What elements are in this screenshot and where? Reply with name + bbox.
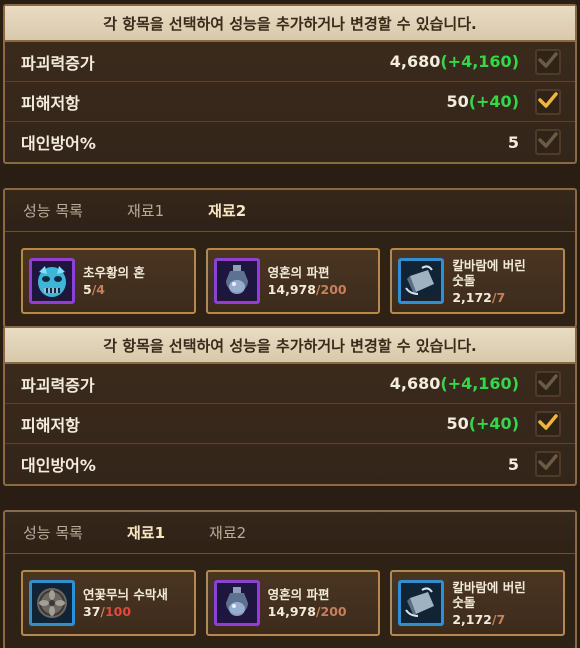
- checkbox-unchecked[interactable]: [535, 48, 561, 75]
- stat-current: 50: [446, 92, 469, 111]
- material-owned: 14,978: [267, 282, 316, 297]
- material-owned: 5: [83, 282, 92, 297]
- material-count: 14,978/200: [268, 604, 347, 619]
- materials-panel: 성능 목록 재료1 재료2 연꽃무늬 수막새 37/100 영혼의 파편 14,978/20…: [3, 510, 577, 648]
- stat-row[interactable]: 파괴력증가 4,680(+4,160): [5, 364, 575, 404]
- materials-panel: 성능 목록 재료1 재료2 초우황의 혼 5/4 영혼의 파편 14,978/200 칼바람에…: [3, 188, 577, 328]
- material-owned: 2,172: [452, 289, 492, 305]
- tab-bar: 성능 목록 재료1 재료2: [5, 190, 575, 232]
- stat-name: 피해저항: [21, 93, 80, 113]
- tab-material-1[interactable]: 재료1: [108, 521, 184, 544]
- instruction-banner: 각 항목을 선택하여 성능을 추가하거나 변경할 수 있습니다.: [5, 6, 575, 42]
- material-count: 5/4: [83, 282, 145, 297]
- material-card[interactable]: 영혼의 파편 14,978/200: [205, 248, 381, 314]
- soul-vial-icon: [213, 580, 260, 626]
- stat-bonus: (+40): [468, 414, 519, 433]
- stat-value: 5: [508, 133, 519, 152]
- lotus-tile-icon: [29, 580, 75, 626]
- stat-value: 4,680(+4,160): [390, 52, 519, 71]
- stat-row[interactable]: 피해저항 50(+40): [5, 404, 575, 444]
- stat-name: 대인방어%: [21, 134, 96, 153]
- checkbox-unchecked[interactable]: [535, 451, 561, 477]
- stat-current: 50: [446, 414, 469, 433]
- stat-value: 5: [508, 455, 519, 474]
- material-card[interactable]: 칼바람에 버린 숫돌 2,172/7: [390, 248, 566, 314]
- checkbox-unchecked[interactable]: [535, 370, 561, 397]
- check-icon: [538, 131, 558, 153]
- material-required: 100: [104, 604, 132, 619]
- tab-performance-list[interactable]: 성능 목록: [23, 200, 83, 221]
- material-owned: 2,172: [452, 611, 492, 627]
- checkbox-checked[interactable]: [535, 88, 561, 115]
- stat-value: 4,680(+4,160): [390, 374, 519, 393]
- material-list: 연꽃무늬 수막새 37/100 영혼의 파편 14,978/200 칼바람에 버린 숫돌…: [5, 554, 575, 648]
- stats-panel: 각 항목을 선택하여 성능을 추가하거나 변경할 수 있습니다. 파괴력증가 4,6…: [3, 326, 577, 486]
- material-name: 연꽃무늬 수막새: [83, 587, 168, 602]
- tab-performance-list[interactable]: 성능 목록: [23, 522, 83, 543]
- check-icon: [538, 413, 558, 435]
- tab-bar: 성능 목록 재료1 재료2: [5, 512, 575, 554]
- demon-mask-icon: [29, 258, 75, 304]
- stat-name: 파괴력증가: [21, 375, 95, 395]
- material-info: 초우황의 혼 5/4: [83, 265, 145, 297]
- stat-name: 파괴력증가: [21, 53, 95, 73]
- tab-material-2[interactable]: 재료2: [209, 522, 246, 543]
- material-required: 7: [496, 611, 506, 627]
- stats-panel: 각 항목을 선택하여 성능을 추가하거나 변경할 수 있습니다. 파괴력증가 4,6…: [3, 4, 577, 164]
- checkbox-unchecked[interactable]: [535, 129, 561, 155]
- material-info: 연꽃무늬 수막새 37/100: [83, 587, 168, 619]
- material-card[interactable]: 칼바람에 버린 숫돌 2,172/7: [390, 570, 566, 636]
- check-icon: [538, 453, 558, 475]
- stat-row[interactable]: 대인방어% 5: [5, 444, 575, 484]
- stat-value: 50(+40): [446, 414, 519, 433]
- material-name: 초우황의 혼: [83, 265, 145, 280]
- material-name: 영혼의 파편: [267, 587, 330, 602]
- tab-material-2[interactable]: 재료2: [190, 199, 265, 222]
- whetstone-icon: [398, 580, 445, 626]
- material-list: 초우황의 혼 5/4 영혼의 파편 14,978/200 칼바람에 버린 숫돌 2,172…: [5, 232, 575, 326]
- material-info: 칼바람에 버린 숫돌 2,172/7: [452, 258, 525, 305]
- material-required: 4: [96, 282, 105, 297]
- stat-row[interactable]: 피해저항 50(+40): [5, 82, 575, 122]
- check-icon: [538, 51, 558, 73]
- material-owned: 14,978: [267, 604, 316, 619]
- stat-bonus: (+40): [468, 92, 519, 111]
- stat-bonus: (+4,160): [440, 374, 519, 393]
- material-name: 영혼의 파편: [267, 265, 330, 280]
- whetstone-icon: [398, 258, 445, 304]
- stat-current: 4,680: [389, 374, 441, 393]
- stat-row[interactable]: 대인방어% 5: [5, 122, 575, 162]
- material-name: 칼바람에 버린 숫돌: [452, 257, 526, 288]
- check-icon: [538, 91, 558, 113]
- stat-row[interactable]: 파괴력증가 4,680(+4,160): [5, 42, 575, 82]
- material-card[interactable]: 영혼의 파편 14,978/200: [205, 570, 381, 636]
- stat-name: 대인방어%: [21, 456, 96, 475]
- tab-material-1[interactable]: 재료1: [127, 200, 164, 221]
- stat-name: 피해저항: [21, 415, 80, 435]
- material-name: 칼바람에 버린 숫돌: [452, 579, 526, 610]
- stat-bonus: (+4,160): [440, 52, 519, 71]
- material-info: 칼바람에 버린 숫돌 2,172/7: [452, 580, 525, 627]
- material-card[interactable]: 연꽃무늬 수막새 37/100: [21, 570, 196, 636]
- material-count: 37/100: [83, 604, 168, 619]
- material-required: 200: [320, 282, 347, 297]
- checkbox-checked[interactable]: [535, 410, 561, 437]
- stat-current: 5: [507, 454, 519, 474]
- material-required: 7: [496, 289, 506, 305]
- stat-current: 5: [507, 132, 519, 152]
- instruction-banner: 각 항목을 선택하여 성능을 추가하거나 변경할 수 있습니다.: [5, 328, 575, 364]
- material-count: 14,978/200: [268, 282, 347, 297]
- material-count: 2,172/7: [452, 290, 525, 305]
- material-required: 200: [320, 604, 347, 619]
- stat-value: 50(+40): [446, 92, 519, 111]
- soul-vial-icon: [213, 258, 260, 304]
- check-icon: [538, 373, 558, 395]
- material-owned: 37: [83, 604, 101, 619]
- stat-current: 4,680: [389, 52, 441, 71]
- material-card[interactable]: 초우황의 혼 5/4: [21, 248, 196, 314]
- material-info: 영혼의 파편 14,978/200: [268, 587, 347, 619]
- material-info: 영혼의 파편 14,978/200: [268, 265, 347, 297]
- material-count: 2,172/7: [452, 612, 525, 627]
